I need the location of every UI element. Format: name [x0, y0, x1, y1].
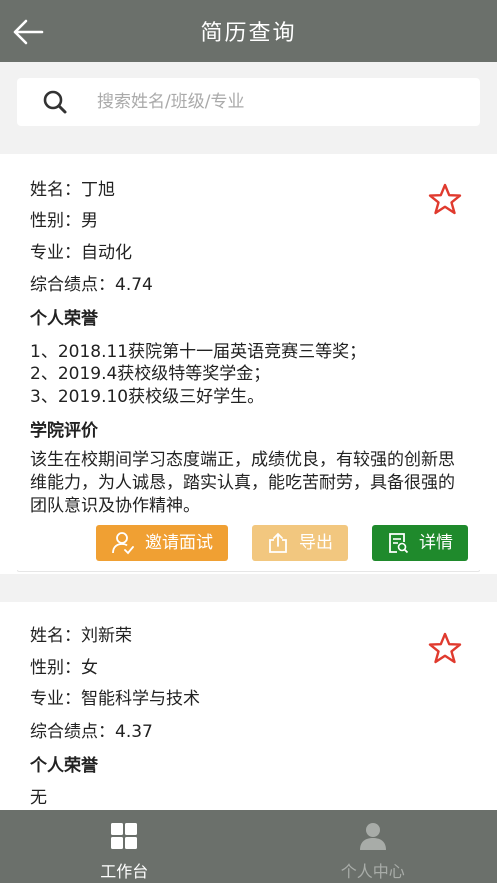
- tab-label: 个人中心: [340, 862, 405, 881]
- export-label: 导出: [299, 532, 333, 553]
- search-box[interactable]: [17, 78, 480, 126]
- major-row: 专业：自动化: [30, 237, 132, 269]
- search-area: [0, 62, 497, 142]
- honors-title: 个人荣誉: [30, 309, 98, 329]
- gpa-row: 综合绩点：4.74: [30, 269, 153, 301]
- gpa-value: 4.74: [115, 275, 153, 295]
- major-label: 专业：: [30, 689, 81, 709]
- tab-workbench[interactable]: 工作台: [0, 810, 249, 883]
- evaluation-text: 该生在校期间学习态度端正，成绩优良，有较强的创新思维能力，为人诚恳，踏实认真，能…: [30, 450, 455, 516]
- gender-row: 性别：男: [30, 205, 98, 237]
- back-button[interactable]: [10, 14, 46, 50]
- gender-label: 性别：: [30, 658, 81, 678]
- gender-value: 女: [81, 658, 98, 678]
- tab-profile[interactable]: 个人中心: [249, 810, 497, 883]
- bottom-tab-bar: 工作台 个人中心: [0, 810, 497, 883]
- major-row: 专业：智能科学与技术: [30, 683, 200, 715]
- tab-label: 工作台: [100, 862, 149, 881]
- favorite-star-icon[interactable]: [428, 632, 462, 666]
- search-icon: [41, 88, 69, 116]
- favorite-star-icon[interactable]: [428, 183, 462, 217]
- honor-item: 无: [30, 788, 47, 808]
- back-arrow-icon: [13, 19, 44, 45]
- name-row: 姓名：丁旭: [30, 174, 115, 206]
- gender-value: 男: [81, 211, 98, 231]
- candidate-card-content: 姓名：丁旭 性别：男 专业：自动化 综合绩点：4.74 个人荣誉 1、2018.…: [17, 172, 480, 570]
- honor-item: 3、2019.10获校级三好学生。: [30, 387, 265, 407]
- evaluation-title: 学院评价: [30, 421, 98, 441]
- gpa-value: 4.37: [115, 722, 153, 742]
- gender-label: 性别：: [30, 211, 81, 231]
- export-button[interactable]: 导出: [252, 525, 348, 561]
- name-value: 刘新荣: [81, 626, 132, 646]
- invite-interview-button[interactable]: 邀请面试: [96, 525, 228, 561]
- top-bar: 简历查询: [0, 0, 497, 62]
- document-search-icon: [389, 533, 409, 554]
- major-value: 智能科学与技术: [81, 689, 200, 709]
- detail-label: 详情: [419, 532, 453, 553]
- candidate-card-content: 姓名：刘新荣 性别：女 专业：智能科学与技术 综合绩点：4.37 个人荣誉 无: [17, 620, 480, 810]
- name-value: 丁旭: [81, 180, 115, 200]
- person-check-icon: [112, 532, 134, 555]
- share-export-icon: [269, 532, 287, 553]
- major-label: 专业：: [30, 243, 81, 263]
- honors-title: 个人荣誉: [30, 756, 98, 776]
- gpa-label: 综合绩点：: [30, 275, 115, 295]
- name-row: 姓名：刘新荣: [30, 620, 132, 652]
- name-label: 姓名：: [30, 626, 81, 646]
- invite-label: 邀请面试: [145, 532, 213, 553]
- major-value: 自动化: [81, 243, 132, 263]
- detail-button[interactable]: 详情: [372, 525, 468, 561]
- gpa-row: 综合绩点：4.37: [30, 716, 153, 748]
- gender-row: 性别：女: [30, 652, 98, 684]
- name-label: 姓名：: [30, 180, 81, 200]
- search-input[interactable]: [97, 92, 457, 112]
- grid-icon: [111, 823, 138, 849]
- gpa-label: 综合绩点：: [30, 722, 115, 742]
- page-title: 简历查询: [200, 21, 297, 46]
- person-icon: [359, 823, 386, 850]
